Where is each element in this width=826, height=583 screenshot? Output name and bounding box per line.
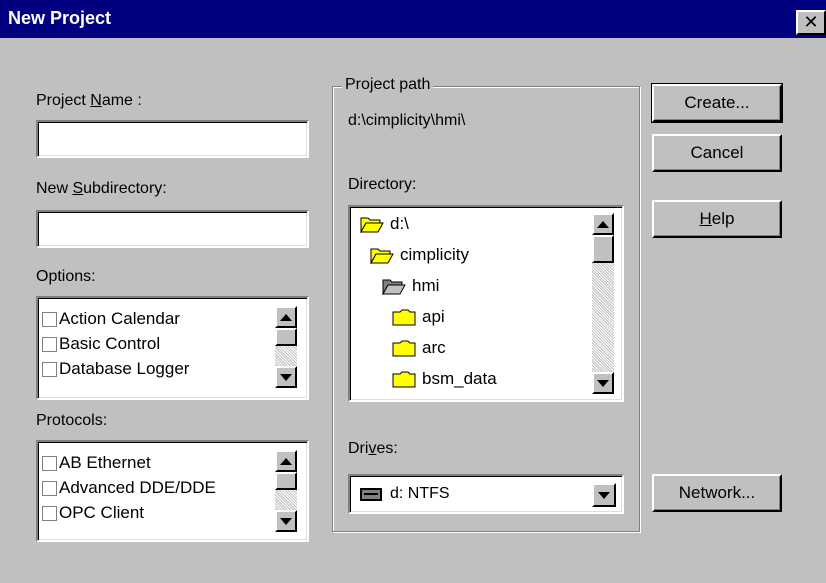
network-button[interactable]: Network... [652,474,782,512]
open-folder-icon [370,248,394,264]
directory-item[interactable]: d:\ [360,209,409,239]
checkbox[interactable] [42,480,57,496]
arrow-down-icon [597,379,609,387]
cancel-button[interactable]: Cancel [652,134,782,172]
drives-label: Drives: [348,440,398,457]
chevron-down-icon [598,491,610,499]
drives-select[interactable]: d: NTFS [348,474,624,514]
directory-item[interactable]: bsm_data [392,364,497,394]
drives-selected-value: d: NTFS [390,485,450,502]
checkbox[interactable] [42,311,57,327]
directory-scrollbar[interactable] [592,213,614,394]
option-item[interactable]: Basic Control [42,331,160,357]
scroll-down-button[interactable] [592,372,614,394]
checkbox[interactable] [42,361,57,377]
arrow-up-icon [280,457,292,465]
subdirectory-label: New Subdirectory: [36,180,167,197]
options-label: Options: [36,268,96,285]
options-list[interactable]: Action Calendar Basic Control Database L… [36,296,309,400]
scroll-down-button[interactable] [275,510,297,532]
directory-label: Directory: [348,176,417,193]
folder-icon [392,371,416,388]
subdirectory-input[interactable] [36,210,309,248]
open-folder-icon [382,279,406,295]
checkbox[interactable] [42,336,57,352]
option-item[interactable]: Database Logger [42,356,189,382]
folder-icon [392,309,416,326]
protocol-item[interactable]: AB Ethernet [42,450,151,476]
protocols-scrollbar[interactable] [275,450,297,532]
scroll-thumb[interactable] [592,235,614,263]
scroll-thumb[interactable] [275,472,297,490]
protocol-item[interactable]: OPC Client [42,500,144,526]
directory-list[interactable]: d:\ cimplicity hmi api arc bsm_data [348,205,624,402]
open-folder-icon [360,217,384,233]
project-name-label: Project Name : [36,92,142,109]
close-icon: ✕ [803,12,819,32]
protocols-label: Protocols: [36,412,108,429]
arrow-down-icon [280,517,292,525]
directory-item[interactable]: arc [392,333,446,363]
arrow-up-icon [597,220,609,228]
arrow-up-icon [280,313,292,321]
window-title: New Project [8,8,112,28]
project-path-value: d:\cimplicity\hmi\ [348,112,466,129]
project-path-label: Project path [342,76,434,94]
checkbox[interactable] [42,505,57,521]
project-name-input[interactable] [36,120,309,158]
create-button[interactable]: Create... [651,83,783,123]
help-button[interactable]: Help [652,200,782,238]
directory-item-selected[interactable]: hmi [382,271,439,301]
scroll-up-button[interactable] [275,306,297,328]
scroll-up-button[interactable] [275,450,297,472]
options-scrollbar[interactable] [275,306,297,388]
close-button[interactable]: ✕ [796,10,826,35]
scroll-thumb[interactable] [275,328,297,346]
folder-icon [392,340,416,357]
protocol-item[interactable]: Advanced DDE/DDE [42,475,216,501]
scroll-up-button[interactable] [592,213,614,235]
title-bar: New Project ✕ [0,0,826,38]
directory-item[interactable]: api [392,302,445,332]
drives-dropdown-button[interactable] [592,483,616,507]
arrow-down-icon [280,373,292,381]
scroll-down-button[interactable] [275,366,297,388]
drive-icon [360,487,382,501]
protocols-list[interactable]: AB Ethernet Advanced DDE/DDE OPC Client [36,440,309,542]
directory-item[interactable]: cimplicity [370,240,469,270]
checkbox[interactable] [42,455,57,471]
option-item[interactable]: Action Calendar [42,306,180,332]
